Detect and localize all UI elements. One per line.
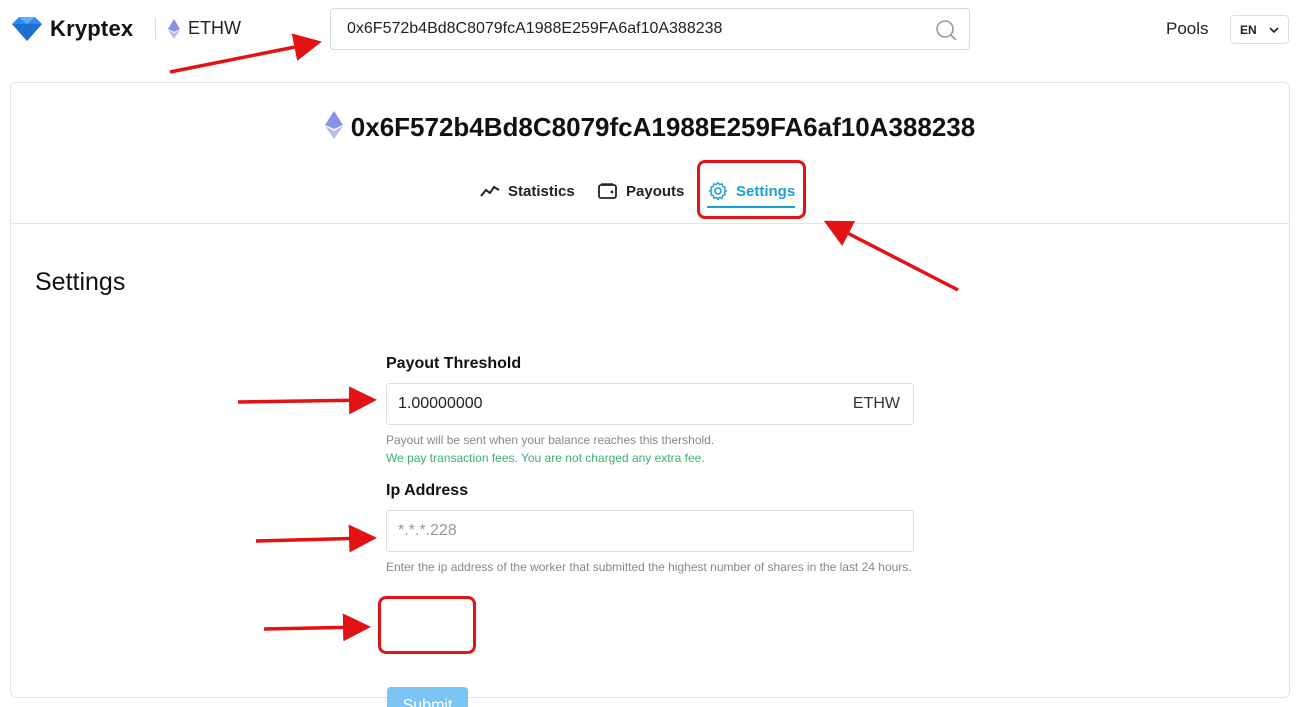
settings-form: Payout Threshold 1.00000000 ETHW Payout … — [386, 355, 916, 707]
search-icon[interactable] — [935, 19, 957, 41]
top-header: Kryptex ETHW 0x6F572b4Bd8C8079fcA1988E25… — [0, 0, 1298, 62]
payout-threshold-input[interactable]: 1.00000000 ETHW — [386, 383, 914, 425]
wallet-icon — [598, 183, 617, 199]
payout-threshold-unit: ETHW — [852, 395, 900, 412]
ip-address-input[interactable]: *.*.*.228 — [386, 510, 914, 552]
ip-address-placeholder[interactable]: *.*.*.228 — [398, 522, 457, 540]
ip-address-hint: Enter the ip address of the worker that … — [386, 560, 912, 574]
wallet-tabs: Statistics Payouts Settings — [11, 178, 1289, 208]
chevron-down-icon — [1269, 26, 1279, 33]
payout-threshold-label: Payout Threshold — [386, 355, 522, 372]
payout-threshold-hint: Payout will be sent when your balance re… — [386, 433, 715, 447]
tab-label: Statistics — [508, 182, 575, 200]
tab-payouts[interactable]: Payouts — [598, 178, 684, 204]
tab-label: Payouts — [626, 182, 685, 200]
search-input-value[interactable]: 0x6F572b4Bd8C8079fcA1988E259FA6af10A3882… — [347, 20, 722, 38]
fee-note: We pay transaction fees. You are not cha… — [386, 451, 705, 465]
brand-name: Kryptex — [50, 16, 134, 41]
kryptex-gem-icon — [12, 17, 42, 41]
wallet-address-heading: 0x6F572b4Bd8C8079fcA1988E259FA6af10A3882… — [11, 111, 1289, 143]
settings-tab-highlight — [697, 160, 806, 219]
payout-threshold-value[interactable]: 1.00000000 — [398, 395, 483, 413]
submit-button[interactable]: Submit — [387, 687, 468, 707]
header-divider — [155, 18, 156, 40]
wallet-address: 0x6F572b4Bd8C8079fcA1988E259FA6af10A3882… — [350, 112, 976, 142]
chart-line-icon — [480, 185, 500, 197]
wallet-search-input[interactable]: 0x6F572b4Bd8C8079fcA1988E259FA6af10A3882… — [330, 8, 970, 50]
ip-address-label: Ip Address — [386, 482, 469, 499]
ethereum-icon — [324, 111, 343, 139]
coin-label: ETHW — [188, 18, 241, 38]
nav-pools-link[interactable]: Pools — [1166, 19, 1209, 39]
settings-title: Settings — [35, 268, 126, 296]
wallet-card: 0x6F572b4Bd8C8079fcA1988E259FA6af10A3882… — [10, 82, 1290, 707]
card-divider — [11, 223, 1289, 224]
language-selector[interactable]: EN — [1230, 15, 1289, 44]
submit-button-highlight — [378, 596, 476, 654]
kryptex-logo[interactable]: Kryptex — [10, 16, 133, 42]
language-label: EN — [1240, 22, 1257, 37]
tab-statistics[interactable]: Statistics — [480, 178, 575, 204]
ethereum-icon — [168, 18, 180, 39]
coin-selector[interactable]: ETHW — [168, 18, 241, 39]
